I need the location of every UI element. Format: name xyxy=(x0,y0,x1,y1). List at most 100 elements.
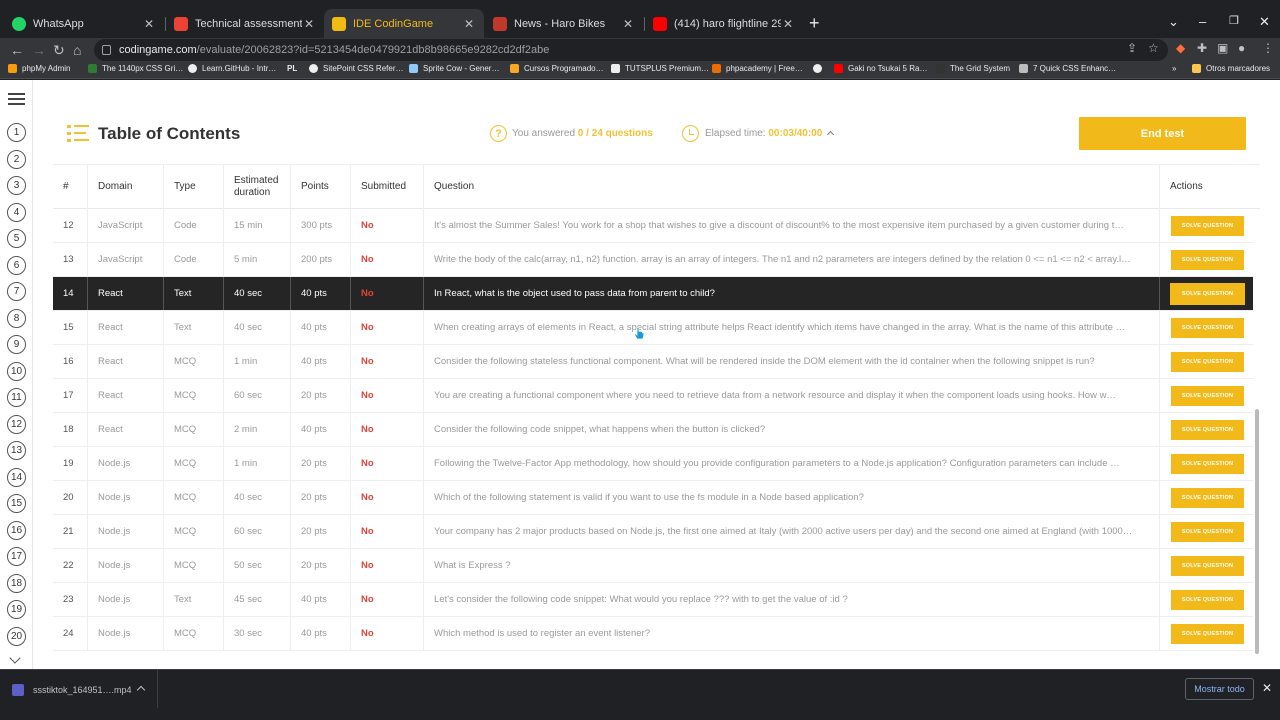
table-row[interactable]: 12 JavaScript Code 15 min 300 pts No It's almo… xyxy=(53,209,1253,243)
bookmark-item[interactable]: Sprite Cow - Gener… xyxy=(409,64,499,73)
question-number-button[interactable]: 12 xyxy=(7,414,26,434)
table-row[interactable]: 22 Node.js MCQ 50 sec 20 pts No What is Expres… xyxy=(53,549,1253,583)
table-row[interactable]: 19 Node.js MCQ 1 min 20 pts No Following the T… xyxy=(53,447,1253,481)
download-item[interactable]: ssstiktok_164951….mp4 xyxy=(12,684,132,696)
solve-question-button[interactable]: SOLVE QUESTION xyxy=(1171,352,1244,372)
question-number-button[interactable]: 13 xyxy=(7,441,26,460)
question-number-button[interactable]: 3 xyxy=(7,176,26,195)
question-number-button[interactable]: 10 xyxy=(7,361,26,381)
puzzle-icon[interactable]: ✚ xyxy=(1197,41,1207,55)
table-row[interactable]: 15 React Text 40 sec 40 pts No When creating a… xyxy=(53,311,1253,345)
bookmark-item[interactable]: 7 Quick CSS Enhanc… xyxy=(1019,64,1116,73)
bookmark-item[interactable]: The 1140px CSS Gri… xyxy=(88,64,183,73)
bookmark-item[interactable]: phpMy Admin xyxy=(8,64,70,73)
question-number-button[interactable]: 2 xyxy=(7,149,26,169)
share-icon[interactable]: ⇪ xyxy=(1127,41,1137,55)
solve-question-button[interactable]: SOLVE QUESTION xyxy=(1171,250,1244,270)
solve-question-button[interactable]: SOLVE QUESTION xyxy=(1171,624,1244,644)
sidepanel-icon[interactable]: ▣ xyxy=(1217,41,1228,55)
tab-codingame[interactable]: IDE CodinGame ✕ xyxy=(324,9,484,38)
other-bookmarks[interactable]: Otros marcadores xyxy=(1192,64,1270,73)
table-row[interactable]: 20 Node.js MCQ 40 sec 20 pts No Which of the f… xyxy=(53,481,1253,515)
minimize-icon[interactable]: – xyxy=(1199,14,1206,29)
end-test-button[interactable]: End test xyxy=(1079,117,1246,150)
table-row[interactable]: 13 JavaScript Code 5 min 200 pts No Write the … xyxy=(53,243,1253,277)
star-icon[interactable]: ☆ xyxy=(1148,41,1159,55)
bookmark-item[interactable]: The Grid System xyxy=(936,64,1010,73)
solve-question-button[interactable]: SOLVE QUESTION xyxy=(1171,386,1244,406)
new-tab-icon[interactable]: + xyxy=(809,14,820,32)
solve-question-button[interactable]: SOLVE QUESTION xyxy=(1171,420,1244,440)
bookmark-label: 7 Quick CSS Enhanc… xyxy=(1033,64,1117,73)
solve-question-button[interactable]: SOLVE QUESTION xyxy=(1171,216,1244,236)
bookmark-item[interactable]: TUTSPLUS Premium… xyxy=(611,64,709,73)
tab-whatsapp[interactable]: WhatsApp ✕ xyxy=(4,9,164,38)
home-icon[interactable]: ⌂ xyxy=(73,41,81,59)
bookmark-item[interactable]: phpacademy | Free… xyxy=(712,64,803,73)
close-icon[interactable]: ✕ xyxy=(621,17,635,31)
question-number-button[interactable]: 20 xyxy=(7,626,26,646)
elapsed-time[interactable]: Elapsed time: 00:03/40:00 xyxy=(705,128,835,139)
table-row[interactable]: 14 React Text 40 sec 40 pts No In React, what … xyxy=(53,277,1253,311)
table-scrollbar[interactable] xyxy=(1254,209,1260,669)
restore-icon[interactable]: ❐ xyxy=(1229,14,1239,27)
window-close-icon[interactable]: ✕ xyxy=(1259,14,1270,30)
hamburger-menu-icon[interactable] xyxy=(8,93,25,105)
question-number-button[interactable]: 7 xyxy=(7,282,26,301)
kebab-menu-icon[interactable]: ⋮ xyxy=(1262,41,1274,55)
solve-question-button[interactable]: SOLVE QUESTION xyxy=(1170,283,1245,305)
question-number-button[interactable]: 4 xyxy=(7,202,26,222)
solve-question-button[interactable]: SOLVE QUESTION xyxy=(1171,318,1244,338)
reload-icon[interactable]: ↻ xyxy=(53,41,65,59)
bookmark-item[interactable]: SitePoint CSS Refer… xyxy=(309,64,403,73)
solve-question-button[interactable]: SOLVE QUESTION xyxy=(1171,454,1244,474)
table-row[interactable]: 18 React MCQ 2 min 40 pts No Consider the foll… xyxy=(53,413,1253,447)
chevron-up-icon[interactable] xyxy=(827,130,835,139)
question-number-button[interactable]: 15 xyxy=(7,494,26,513)
question-number-button[interactable]: 5 xyxy=(7,229,26,248)
solve-question-button[interactable]: SOLVE QUESTION xyxy=(1171,522,1244,542)
question-number-button[interactable]: 1 xyxy=(7,123,26,142)
show-all-button[interactable]: Mostrar todo xyxy=(1185,678,1254,700)
tab-search-icon[interactable]: ⌄ xyxy=(1168,14,1179,30)
bookmark-item[interactable]: Learn.GitHub - Intr… xyxy=(188,64,276,73)
close-icon[interactable]: ✕ xyxy=(302,17,316,31)
close-icon[interactable]: ✕ xyxy=(142,17,156,31)
question-number-button[interactable]: 6 xyxy=(7,255,26,275)
question-number-button[interactable]: 9 xyxy=(7,335,26,354)
question-number-button[interactable]: 8 xyxy=(7,308,26,328)
question-number-button[interactable]: 16 xyxy=(7,520,26,540)
forward-icon[interactable]: → xyxy=(32,41,46,59)
question-number-button[interactable]: 14 xyxy=(7,467,26,487)
bookmark-item[interactable]: Cursos Programado… xyxy=(510,64,604,73)
close-icon[interactable]: ✕ xyxy=(781,17,795,31)
bookmark-item[interactable] xyxy=(813,64,827,73)
solve-question-button[interactable]: SOLVE QUESTION xyxy=(1171,488,1244,508)
close-icon[interactable]: ✕ xyxy=(462,17,476,31)
bookmark-item[interactable]: PL xyxy=(287,64,297,73)
address-bar[interactable]: codingame.com /evaluate/20062823?id=5213… xyxy=(94,39,1168,61)
close-icon[interactable]: ✕ xyxy=(1262,681,1272,695)
more-bookmarks[interactable]: » xyxy=(1172,64,1176,73)
table-row[interactable]: 17 React MCQ 60 sec 20 pts No You are creating… xyxy=(53,379,1253,413)
tab-gmail[interactable]: Technical assessment - emiliodo… ✕ xyxy=(166,9,324,38)
profile-avatar-icon[interactable]: ● xyxy=(1238,41,1245,55)
extension-icon[interactable]: ◆ xyxy=(1176,41,1185,55)
question-number-button[interactable]: 18 xyxy=(7,573,26,593)
tab-youtube[interactable]: (414) haro flightline 29 - YouTub… ✕ xyxy=(645,9,803,38)
table-row[interactable]: 24 Node.js MCQ 30 sec 40 pts No Which method i… xyxy=(53,617,1253,651)
chevron-up-icon[interactable] xyxy=(136,685,146,695)
solve-question-button[interactable]: SOLVE QUESTION xyxy=(1171,556,1244,576)
table-row[interactable]: 23 Node.js Text 45 sec 40 pts No Let's conside… xyxy=(53,583,1253,617)
table-row[interactable]: 16 React MCQ 1 min 40 pts No Consider the foll… xyxy=(53,345,1253,379)
table-row[interactable]: 21 Node.js MCQ 60 sec 20 pts No Your company h… xyxy=(53,515,1253,549)
bookmark-item[interactable]: Gaki no Tsukai 5 Ra… xyxy=(834,64,927,73)
back-icon[interactable]: ← xyxy=(10,41,24,59)
scrollbar-thumb[interactable] xyxy=(1255,409,1259,654)
question-number-button[interactable]: 17 xyxy=(7,547,26,566)
solve-question-button[interactable]: SOLVE QUESTION xyxy=(1171,590,1244,610)
question-number-button[interactable]: 19 xyxy=(7,600,26,619)
tab-haro-news[interactable]: News - Haro Bikes ✕ xyxy=(485,9,643,38)
question-number-button[interactable]: 11 xyxy=(7,388,26,407)
chevron-down-icon[interactable] xyxy=(9,652,21,664)
